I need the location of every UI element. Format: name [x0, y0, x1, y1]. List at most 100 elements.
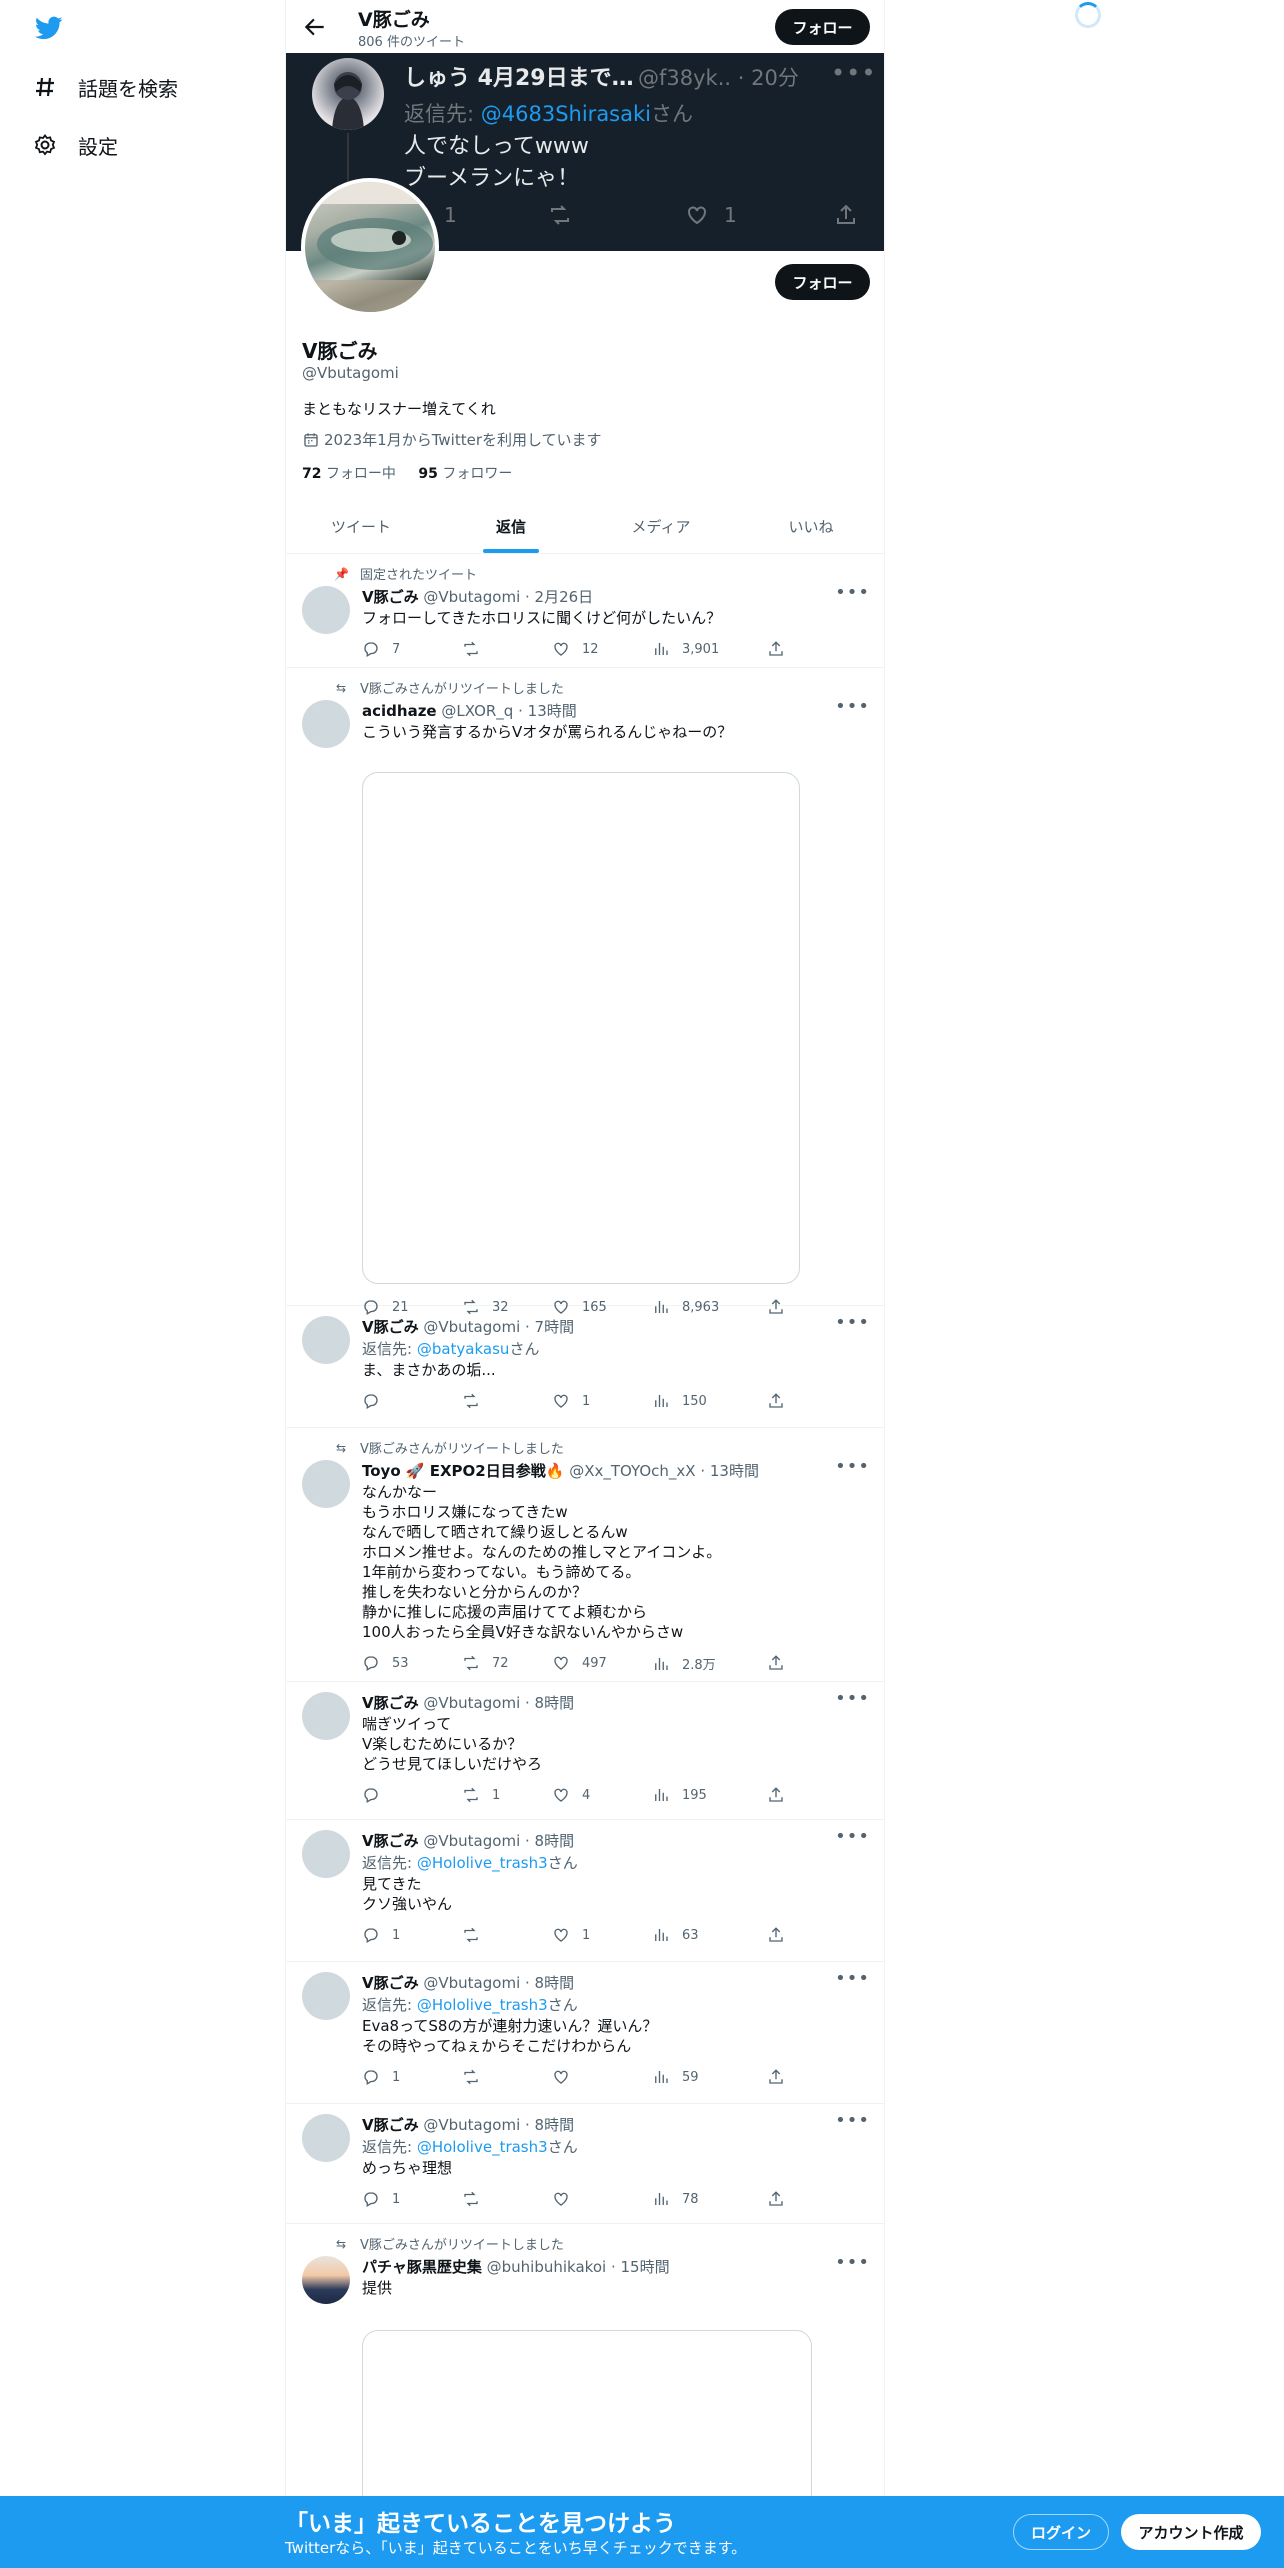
- like-action[interactable]: 497: [552, 1654, 607, 1672]
- following-link[interactable]: 72 フォロー中: [302, 466, 396, 482]
- tab-media[interactable]: メディア: [586, 500, 736, 553]
- views-action[interactable]: 195: [652, 1786, 707, 1804]
- tweet-header: V豚ごみ @Vbutagomi · 2月26日: [362, 588, 594, 606]
- retweet-action[interactable]: [462, 2190, 492, 2208]
- login-button[interactable]: ログイン: [1013, 2514, 1109, 2550]
- like-action[interactable]: 1: [552, 1392, 590, 1410]
- reply-action[interactable]: 1: [362, 1926, 400, 1944]
- more-icon[interactable]: •••: [835, 2252, 870, 2273]
- banner-like-action[interactable]: 1: [684, 203, 737, 227]
- banner-more-icon[interactable]: •••: [831, 59, 876, 87]
- more-icon[interactable]: •••: [835, 2110, 870, 2131]
- retweet-action[interactable]: [462, 1392, 492, 1410]
- tab-replies[interactable]: 返信: [436, 500, 586, 553]
- more-icon[interactable]: •••: [835, 582, 870, 603]
- more-icon[interactable]: •••: [835, 1312, 870, 1333]
- avatar[interactable]: [302, 1830, 350, 1878]
- avatar[interactable]: [302, 2114, 350, 2162]
- views-action[interactable]: 63: [652, 1926, 699, 1944]
- share-action[interactable]: [767, 640, 797, 658]
- more-icon[interactable]: •••: [835, 1688, 870, 1709]
- banner-reply-action[interactable]: 1: [444, 203, 457, 227]
- profile-header-bar: V豚ごみ 806 件のツイート フォロー: [286, 0, 884, 53]
- like-action[interactable]: [552, 2190, 582, 2208]
- tweet[interactable]: 📌 固定されたツイート V豚ごみ @Vbutagomi · 2月26日 ••• フォロー…: [286, 554, 884, 668]
- views-action[interactable]: 2.8万: [652, 1654, 716, 1673]
- tweet[interactable]: V豚ごみ @Vbutagomi · 8時間 ••• 喘ぎツイって V楽しむためにいる…: [286, 1682, 884, 1820]
- tweet-author[interactable]: V豚ごみ: [362, 1832, 419, 1850]
- reply-action[interactable]: [362, 1786, 392, 1804]
- tab-likes[interactable]: いいね: [736, 500, 884, 553]
- more-icon[interactable]: •••: [835, 1968, 870, 1989]
- reply-action[interactable]: 1: [362, 2068, 400, 2086]
- tweet[interactable]: V豚ごみ @Vbutagomi · 8時間 ••• 返信先: @Hololive_t…: [286, 2104, 884, 2224]
- more-icon[interactable]: •••: [835, 1456, 870, 1477]
- retweet-action[interactable]: [462, 640, 492, 658]
- tweet[interactable]: V豚ごみ @Vbutagomi · 8時間 ••• 返信先: @Hololive_t…: [286, 1962, 884, 2104]
- share-action[interactable]: [767, 1654, 797, 1672]
- views-action[interactable]: 3,901: [652, 640, 719, 658]
- tweet-author[interactable]: V豚ごみ: [362, 588, 419, 606]
- tweet-author[interactable]: V豚ごみ: [362, 1694, 419, 1712]
- tweet[interactable]: ⇆ V豚ごみさんがリツイートしました acidhaze @LXOR_q · 13時間…: [286, 668, 884, 1315]
- reply-action[interactable]: [362, 1392, 392, 1410]
- reply-action[interactable]: 53: [362, 1654, 409, 1672]
- reply-action[interactable]: 7: [362, 640, 400, 658]
- back-arrow-icon[interactable]: [302, 14, 328, 40]
- like-action[interactable]: 1: [552, 1926, 590, 1944]
- views-action[interactable]: 59: [652, 2068, 699, 2086]
- share-action[interactable]: [767, 1786, 797, 1804]
- avatar[interactable]: [302, 1692, 350, 1740]
- profile-avatar[interactable]: [301, 178, 439, 316]
- avatar[interactable]: [302, 586, 350, 634]
- more-icon[interactable]: •••: [835, 1826, 870, 1847]
- tweet-text: 見てきた クソ強いやん: [362, 1875, 453, 1913]
- retweet-action[interactable]: 1: [462, 1786, 500, 1804]
- signup-button[interactable]: アカウント作成: [1121, 2514, 1261, 2550]
- avatar[interactable]: [302, 1460, 350, 1508]
- tweet[interactable]: ⇆ V豚ごみさんがリツイートしました パチャ豚黒歴史集 @buhibuhikakoi…: [286, 2224, 884, 2568]
- avatar[interactable]: [302, 700, 350, 748]
- retweet-action[interactable]: [462, 2068, 492, 2086]
- share-action[interactable]: [767, 1392, 797, 1410]
- loading-spinner-icon: [1075, 2, 1101, 28]
- tweet[interactable]: V豚ごみ @Vbutagomi · 7時間 ••• 返信先: @batyakasuさ…: [286, 1306, 884, 1428]
- tweet-author[interactable]: V豚ごみ: [362, 1974, 419, 1992]
- reply-action[interactable]: 1: [362, 2190, 400, 2208]
- followers-link[interactable]: 95 フォロワー: [418, 466, 512, 482]
- avatar[interactable]: [302, 1972, 350, 2020]
- like-icon: [552, 2068, 582, 2086]
- nav-explore[interactable]: 話題を検索: [32, 67, 178, 107]
- banner-share-icon[interactable]: [834, 203, 858, 227]
- like-icon: [552, 1654, 582, 1672]
- tweet-author[interactable]: V豚ごみ: [362, 2116, 419, 2134]
- tab-tweets[interactable]: ツイート: [286, 500, 436, 553]
- like-action[interactable]: 4: [552, 1786, 590, 1804]
- nav-settings[interactable]: 設定: [32, 125, 118, 165]
- tweet[interactable]: ⇆ V豚ごみさんがリツイートしました Toyo 🚀 EXPO2日目参戦🔥 @Xx_T…: [286, 1428, 884, 1682]
- header-name: V豚ごみ: [358, 9, 430, 31]
- retweet-action[interactable]: 72: [462, 1654, 509, 1672]
- twitter-logo-icon[interactable]: [32, 14, 66, 42]
- tweet-author[interactable]: acidhaze: [362, 702, 437, 720]
- share-action[interactable]: [767, 1926, 797, 1944]
- tweet[interactable]: V豚ごみ @Vbutagomi · 8時間 ••• 返信先: @Hololive_t…: [286, 1820, 884, 1962]
- retweet-action[interactable]: [462, 1926, 492, 1944]
- share-action[interactable]: [767, 2190, 797, 2208]
- share-action[interactable]: [767, 2068, 797, 2086]
- banner-retweet-icon[interactable]: [546, 203, 574, 227]
- header-follow-button[interactable]: フォロー: [775, 9, 870, 45]
- like-action[interactable]: 12: [552, 640, 599, 658]
- tweet-author[interactable]: Toyo 🚀 EXPO2日目参戦🔥: [362, 1462, 564, 1480]
- profile-follow-button[interactable]: フォロー: [775, 264, 870, 300]
- more-icon[interactable]: •••: [835, 696, 870, 717]
- avatar[interactable]: [302, 1316, 350, 1364]
- tweet-author[interactable]: V豚ごみ: [362, 1318, 419, 1336]
- tweet-media[interactable]: [362, 772, 800, 1284]
- views-action[interactable]: 78: [652, 2190, 699, 2208]
- tweet-author[interactable]: パチャ豚黒歴史集: [362, 2258, 482, 2276]
- views-icon: [652, 2190, 682, 2208]
- like-action[interactable]: [552, 2068, 582, 2086]
- avatar[interactable]: [302, 2256, 350, 2304]
- views-action[interactable]: 150: [652, 1392, 707, 1410]
